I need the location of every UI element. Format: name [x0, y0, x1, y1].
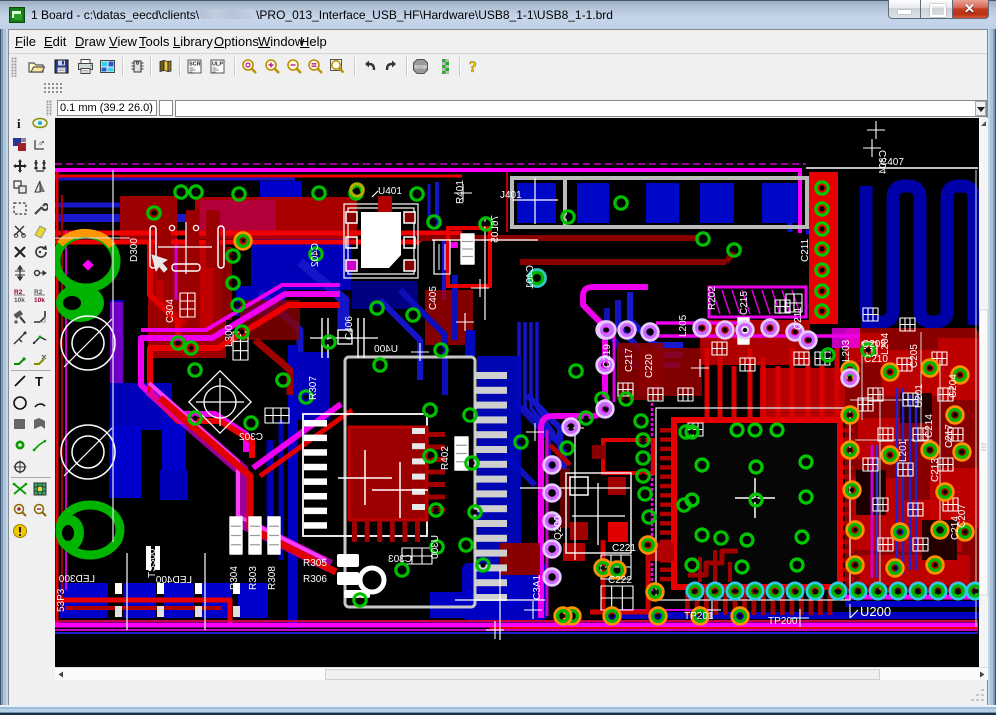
svg-text:SCR: SCR [189, 62, 201, 68]
svg-text:U201: U201 [914, 384, 925, 408]
svg-text:U300: U300 [430, 535, 441, 559]
svg-text:C402: C402 [310, 243, 321, 267]
svg-text:U200: U200 [860, 604, 891, 619]
svg-text:U401: U401 [378, 186, 402, 197]
svg-text:R304: R304 [229, 566, 240, 590]
svg-text:.o: .o [38, 141, 42, 147]
svg-text:ULP: ULP [212, 62, 223, 68]
svg-text:L205: L205 [678, 314, 689, 337]
svg-text:R401: R401 [455, 180, 466, 204]
svg-text:C214: C214 [924, 414, 935, 438]
svg-text:U400: U400 [374, 344, 398, 355]
svg-text:C214: C214 [950, 516, 961, 540]
svg-text:L203: L203 [841, 339, 852, 362]
svg-text:53P3: 53P3 [56, 588, 67, 612]
svg-text:C213: C213 [930, 458, 941, 482]
svg-text:?: ? [469, 59, 477, 75]
svg-text:C211: C211 [793, 306, 804, 330]
svg-text:T: T [35, 374, 43, 389]
svg-text:J401: J401 [500, 190, 522, 201]
svg-text:C304: C304 [165, 299, 176, 323]
svg-text:R402: R402 [440, 446, 451, 470]
svg-text:C303: C303 [388, 554, 412, 565]
svg-text:TS300: TS300 [147, 548, 158, 578]
svg-text:TP200: TP200 [768, 616, 798, 627]
svg-text:R305: R305 [303, 558, 327, 569]
svg-text:C217: C217 [944, 424, 955, 448]
svg-text:R307: R307 [308, 376, 319, 400]
svg-text:R306: R306 [303, 574, 327, 585]
svg-text:10k: 10k [34, 297, 45, 303]
svg-text:i: i [17, 116, 21, 131]
svg-text:C222: C222 [608, 575, 632, 586]
svg-text:76L05: 76L05 [490, 215, 501, 243]
svg-text:C219: C219 [602, 344, 613, 368]
svg-text:LED300: LED300 [58, 574, 95, 585]
svg-text:10k: 10k [14, 297, 25, 303]
svg-text:STOP: STOP [415, 65, 427, 70]
svg-text:LED400: LED400 [155, 575, 192, 586]
svg-text:C405: C405 [428, 286, 439, 310]
svg-text:C215: C215 [739, 291, 750, 315]
svg-text:TP201: TP201 [684, 611, 714, 622]
svg-text:C204: C204 [948, 374, 959, 398]
svg-text:C220: C220 [644, 354, 655, 378]
svg-text:L300: L300 [224, 324, 235, 347]
svg-text:C407: C407 [880, 157, 904, 168]
svg-text:C221: C221 [612, 543, 636, 554]
svg-text:R308: R308 [267, 566, 278, 590]
svg-text:D300: D300 [129, 238, 140, 262]
svg-text:C302: C302 [239, 432, 263, 443]
svg-text:R202: R202 [707, 286, 718, 310]
svg-text:C401: C401 [525, 265, 536, 289]
svg-text:Q200: Q200 [553, 515, 564, 540]
svg-text:C3A1: C3A1 [532, 575, 543, 600]
svg-text:R303: R303 [248, 566, 259, 590]
svg-text:C406: C406 [344, 316, 355, 340]
svg-text:C205: C205 [909, 344, 920, 368]
svg-text:C217: C217 [624, 348, 635, 372]
svg-text:C211: C211 [800, 238, 811, 262]
svg-text:L201: L201 [898, 439, 909, 462]
svg-text:L204: L204 [880, 332, 891, 355]
